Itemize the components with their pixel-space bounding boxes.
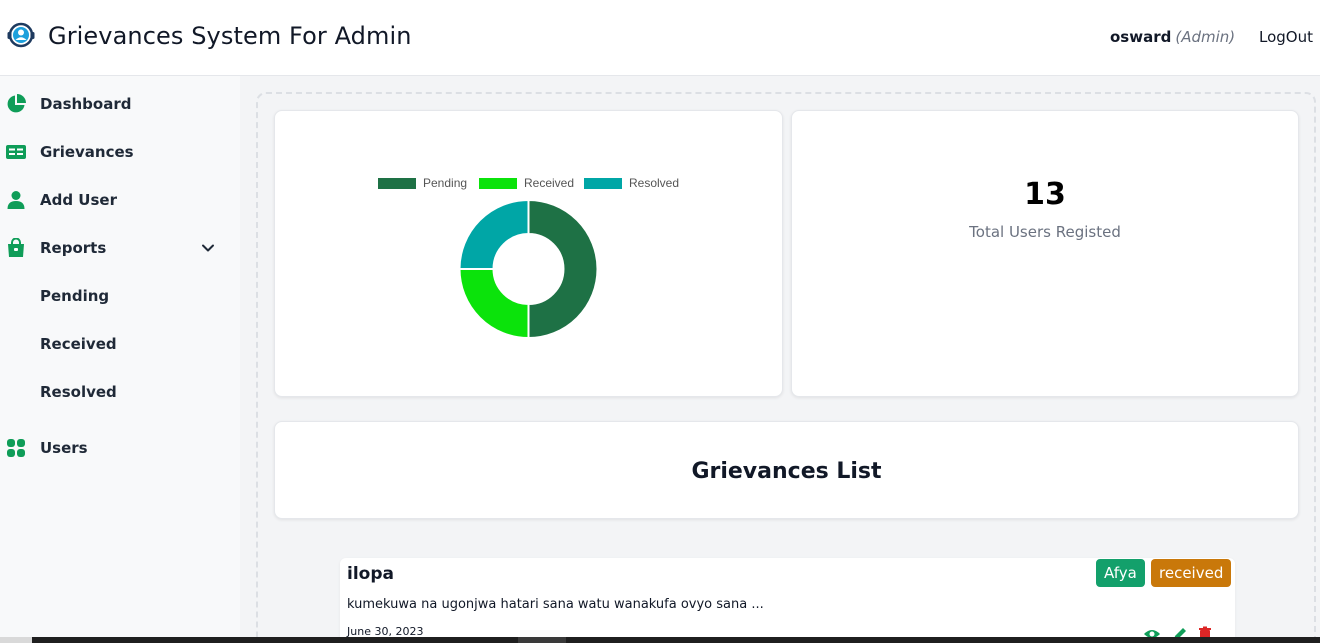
sidebar: Dashboard Grievances Add User Reports Pe… [0, 76, 240, 643]
legend-swatch-resolved [584, 178, 622, 189]
sidebar-item-reports[interactable]: Reports [0, 228, 240, 268]
sidebar-item-label: Reports [40, 239, 107, 257]
grievance-status-donut-chart: Pending Received Resolved [378, 176, 679, 340]
sidebar-subitem-resolved[interactable]: Resolved [0, 372, 240, 412]
sidebar-subitem-received[interactable]: Received [0, 324, 240, 364]
user-name: osward [1110, 28, 1172, 46]
chevron-down-icon [202, 244, 214, 252]
category-badge: Afya [1096, 559, 1145, 587]
support-agent-logo-icon [7, 22, 35, 48]
donut-slice-pending[interactable] [527, 198, 599, 340]
total-users-label: Total Users Registed [969, 223, 1121, 241]
sidebar-item-users[interactable]: Users [0, 428, 240, 468]
legend-label-pending: Pending [423, 176, 467, 190]
sidebar-item-label: Add User [40, 191, 117, 209]
logout-button[interactable]: LogOut [1259, 28, 1313, 46]
sidebar-item-dashboard[interactable]: Dashboard [0, 84, 240, 124]
grievances-list-title: Grievances List [691, 459, 882, 484]
grid-icon [6, 438, 26, 458]
sidebar-item-label: Pending [40, 287, 110, 305]
total-users-card: 13 Total Users Registed [791, 110, 1299, 397]
sidebar-item-label: Dashboard [40, 95, 132, 113]
sidebar-item-label: Grievances [40, 143, 134, 161]
user-info: osward (Admin) [1110, 28, 1235, 46]
sidebar-subitem-pending[interactable]: Pending [0, 276, 240, 316]
legend-swatch-pending [378, 178, 416, 189]
donut-slice-resolved[interactable] [458, 198, 530, 270]
legend-swatch-received [479, 178, 517, 189]
user-role: (Admin) [1175, 28, 1236, 46]
top-header: Grievances System For Admin osward (Admin… [0, 0, 1320, 76]
sidebar-item-label: Users [40, 439, 88, 457]
grievances-list-header-card: Grievances List [274, 421, 1299, 519]
card-list-icon [6, 142, 26, 162]
person-icon [6, 190, 26, 210]
grievance-description: kumekuwa na ugonjwa hatari sana watu wan… [347, 597, 764, 612]
os-taskbar [0, 637, 1320, 643]
total-users-value: 13 [1024, 177, 1066, 212]
grievance-item[interactable]: ilopa Afya received kumekuwa na ugonjwa … [340, 558, 1235, 643]
pie-chart-icon [6, 94, 26, 114]
sidebar-item-label: Resolved [40, 383, 117, 401]
legend-label-received: Received [524, 176, 574, 190]
legend-label-resolved: Resolved [629, 176, 679, 190]
donut-slice-received[interactable] [458, 268, 530, 340]
sidebar-item-grievances[interactable]: Grievances [0, 132, 240, 172]
taskbar-start-area [0, 637, 32, 643]
main-content: Pending Received Resolved 13 Total Users R… [240, 76, 1320, 643]
taskbar-active-app [518, 637, 566, 643]
app-title: Grievances System For Admin [48, 22, 412, 50]
bag-icon [6, 238, 26, 258]
grievance-title: ilopa [347, 564, 394, 584]
sidebar-item-label: Received [40, 335, 117, 353]
grievance-status-chart-card: Pending Received Resolved [274, 110, 783, 397]
status-badge: received [1151, 559, 1232, 587]
sidebar-item-add-user[interactable]: Add User [0, 180, 240, 220]
